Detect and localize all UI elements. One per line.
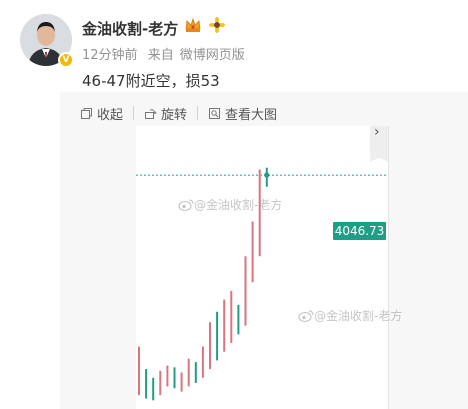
watermark: @金油收割-老方 [178, 196, 282, 213]
post-time[interactable]: 12分钟前 [82, 48, 138, 63]
candle [201, 346, 204, 378]
candlestick-chart [136, 167, 388, 401]
image-toolbar: 收起 旋转 查看大图 [80, 104, 277, 123]
candle [216, 311, 219, 361]
chart-axis-line [388, 126, 389, 409]
candle [180, 372, 183, 392]
collapse-icon [81, 107, 92, 119]
author-badges [184, 16, 226, 34]
view-large-button[interactable]: 查看大图 [208, 104, 277, 123]
candle [152, 377, 155, 401]
collapse-label: 收起 [97, 107, 124, 123]
weibo-icon [298, 310, 314, 322]
candle [237, 304, 240, 335]
sunflower-icon[interactable] [208, 16, 226, 34]
verified-badge-icon: V [58, 52, 74, 68]
collapse-button[interactable]: 收起 [80, 104, 123, 123]
candle [166, 365, 169, 387]
candle [251, 221, 254, 283]
post-text: 46-47附近空，损53 [82, 72, 220, 90]
source-prefix: 来自 [147, 48, 174, 63]
candle [159, 370, 162, 396]
post-meta: 12分钟前 来自 微博网页版 [82, 44, 251, 63]
chevron-right-icon: › [374, 124, 380, 140]
post-header: V 金油收割-老方 12分钟前 来自 微博网页版 46-47附近空，损53 [0, 0, 468, 92]
crown-icon[interactable] [184, 16, 202, 34]
rotate-button[interactable]: 旋转 [144, 104, 187, 123]
chart-image[interactable] [136, 126, 388, 409]
avatar[interactable]: V [20, 14, 74, 68]
rotate-icon [145, 108, 157, 119]
candle [173, 367, 176, 389]
candle [194, 362, 197, 383]
candle [145, 369, 148, 399]
weibo-icon [178, 199, 194, 211]
watermark-text: @金油收割-老方 [314, 309, 403, 323]
author-name[interactable]: 金油收割-老方 [82, 18, 178, 39]
toolbar-divider [197, 106, 199, 120]
candle [223, 299, 226, 352]
candle [209, 322, 211, 370]
toolbar-divider [133, 106, 135, 120]
candle [244, 256, 247, 326]
candle [187, 358, 190, 387]
watermark-text: @金油收割-老方 [194, 198, 283, 212]
candle [138, 346, 140, 396]
chart-price-axis-area [388, 126, 468, 409]
view-large-icon [209, 107, 221, 119]
current-price-label: 4046.73 [333, 222, 386, 240]
post-source[interactable]: 微博网页版 [180, 48, 245, 63]
view-large-label: 查看大图 [225, 107, 278, 123]
watermark: @金油收割-老方 [298, 307, 402, 324]
current-price-dot [264, 172, 270, 178]
rotate-label: 旋转 [161, 107, 188, 123]
candle [230, 290, 233, 344]
